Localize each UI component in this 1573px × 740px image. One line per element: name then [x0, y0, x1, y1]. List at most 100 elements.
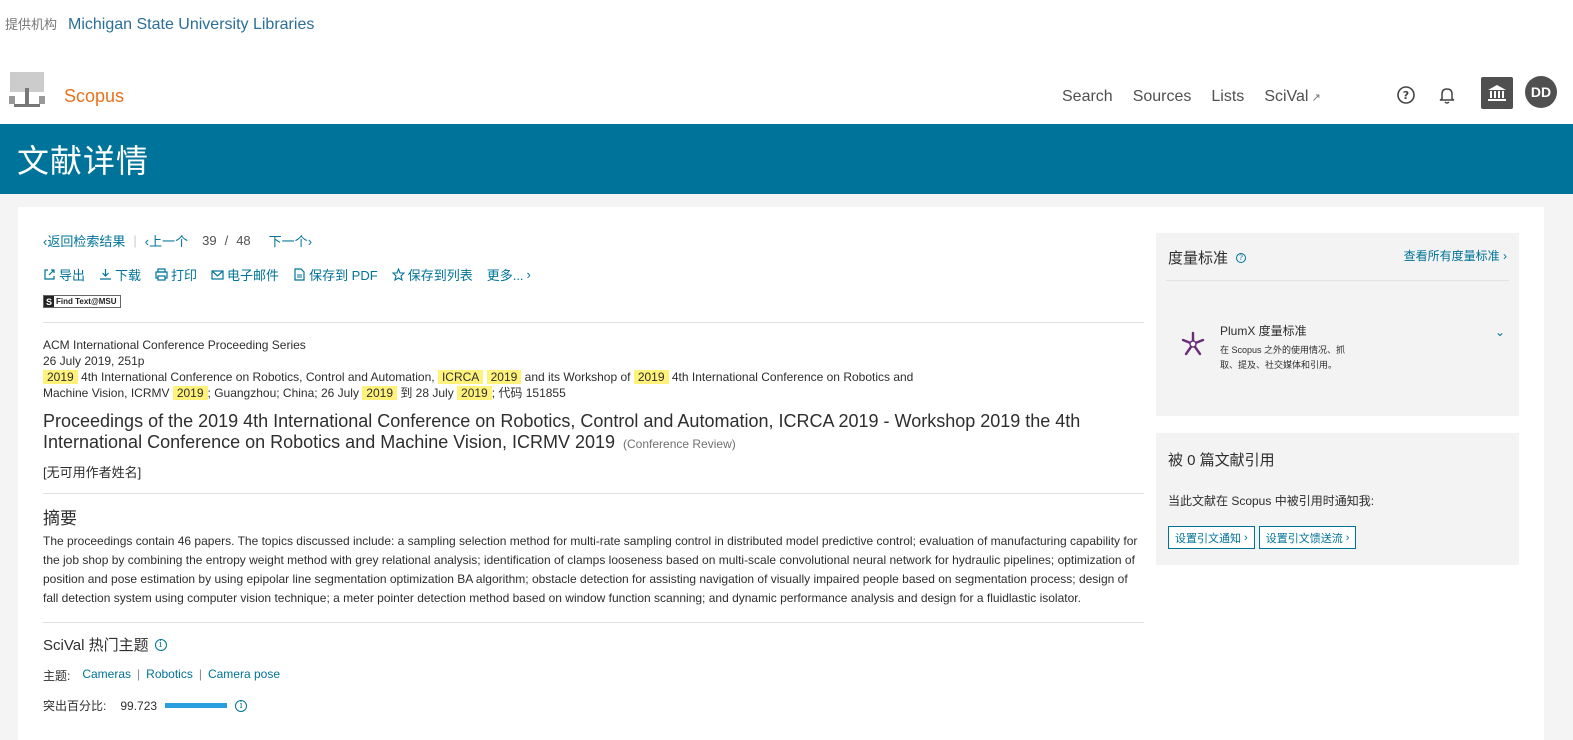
prominence-label: 突出百分比: — [43, 699, 107, 713]
conference-text: 到 28 July — [397, 386, 458, 400]
user-avatar[interactable]: DD — [1525, 76, 1557, 108]
highlighted-term: 2019 — [43, 370, 78, 384]
find-text-label: Find Text@MSU — [56, 297, 117, 306]
view-all-metrics-link[interactable]: 查看所有度量标准 › — [1404, 247, 1507, 264]
highlighted-term: ICRCA — [437, 370, 484, 384]
export-icon — [44, 269, 55, 280]
citations-heading: 被 0 篇文献引用 — [1168, 452, 1275, 469]
citations-panel: 被 0 篇文献引用 当此文献在 Scopus 中被引用时通知我: 设置引文通知 … — [1156, 433, 1519, 565]
help-icon[interactable]: ? — [1396, 85, 1416, 105]
institution-link[interactable]: Michigan State University Libraries — [68, 16, 314, 34]
set-citation-alert-button[interactable]: 设置引文通知 › — [1168, 526, 1255, 549]
citation-buttons: 设置引文通知 › 设置引文馈送流 › — [1168, 526, 1357, 549]
scival-topic: SciVal 热门主题 i — [43, 634, 1143, 655]
highlighted-term: 2019 — [362, 386, 397, 400]
svg-text:?: ? — [1403, 89, 1409, 102]
title-line-1: Proceedings of the 2019 4th Internationa… — [43, 411, 1081, 431]
export-label: 导出 — [59, 268, 86, 283]
save-list-button[interactable]: 保存到列表 — [391, 265, 473, 284]
topic-list: 主题: Cameras | Robotics | Camera pose — [43, 667, 1143, 684]
prev-link[interactable]: ‹上一个 — [145, 231, 188, 250]
page-title: 文献详情 — [17, 142, 150, 180]
find-text-logo-icon: S — [44, 296, 54, 307]
back-to-results-link[interactable]: ‹返回检索结果 — [43, 231, 125, 250]
provider-label: 提供机构 — [5, 18, 58, 33]
nav-search[interactable]: Search — [1062, 88, 1113, 106]
topic-robotics-link[interactable]: Robotics — [146, 667, 193, 684]
highlighted-term: 2019 — [486, 370, 522, 384]
total-count: 48 — [236, 233, 251, 248]
download-button[interactable]: 下载 — [99, 265, 141, 284]
print-button[interactable]: 打印 — [155, 265, 197, 284]
email-button[interactable]: 电子邮件 — [211, 265, 279, 284]
highlighted-term: 2019 — [172, 386, 208, 400]
back-label: 返回检索结果 — [47, 234, 126, 249]
save-pdf-label: 保存到 PDF — [309, 268, 378, 283]
feed-label: 设置引文馈送流 — [1265, 532, 1343, 545]
nav-sources[interactable]: Sources — [1133, 88, 1192, 106]
metrics-header: 度量标准 ? — [1168, 247, 1247, 268]
next-link[interactable]: 下一个› — [269, 231, 312, 250]
provider-bar: 提供机构 Michigan State University Libraries — [5, 14, 314, 34]
plumx-description: 在 Scopus 之外的使用情况、抓取、提及、社交媒体和引用。 — [1220, 345, 1346, 370]
nav-scival-label: SciVal — [1264, 88, 1309, 105]
topics-label: 主题: — [43, 669, 71, 683]
info-icon[interactable]: i — [154, 638, 167, 651]
highlighted-term: 2019 — [633, 370, 669, 384]
divider — [43, 322, 1144, 323]
bell-icon[interactable] — [1437, 85, 1457, 105]
next-label: 下一个 — [268, 234, 308, 249]
topic-separator: | — [198, 667, 202, 681]
current-index: 39 — [202, 233, 217, 248]
conference-text: and its Workshop of — [521, 370, 634, 384]
more-menu[interactable]: 更多... › — [487, 265, 531, 284]
save-pdf-button[interactable]: 保存到 PDF — [293, 265, 378, 284]
document-type: (Conference Review) — [623, 437, 736, 451]
institution-icon[interactable] — [1481, 77, 1513, 109]
title-line-2: International Conference on Robotics and… — [43, 432, 616, 452]
nav-lists[interactable]: Lists — [1211, 88, 1244, 106]
nav-scival[interactable]: SciVal ↗ — [1264, 88, 1320, 106]
save-list-label: 保存到列表 — [407, 268, 473, 283]
main-nav: Search Sources Lists SciVal ↗ — [1062, 88, 1321, 106]
download-label: 下载 — [115, 268, 142, 283]
topic-camera-pose-link[interactable]: Camera pose — [208, 667, 280, 684]
email-label: 电子邮件 — [227, 268, 280, 283]
print-label: 打印 — [171, 268, 198, 283]
alert-label: 设置引文通知 — [1175, 532, 1241, 545]
citation-notify-text: 当此文献在 Scopus 中被引用时通知我: — [1168, 494, 1375, 508]
abstract-text: The proceedings contain 46 papers. The t… — [43, 534, 1138, 605]
chevron-right-icon: › — [526, 267, 531, 282]
conference-line-2: Machine Vision, ICRMV 2019; Guangzhou; C… — [43, 385, 1143, 401]
email-icon — [211, 270, 224, 280]
metrics-panel: 度量标准 ? 查看所有度量标准 › PlumX 度量标准 在 Scopus 之外… — [1156, 233, 1519, 416]
info-icon[interactable]: i — [235, 699, 248, 712]
conference-text: ; Guangzhou; China; 26 July — [207, 386, 363, 400]
conference-text: Machine Vision, ICRMV — [43, 386, 173, 400]
authors: [无可用作者姓名] — [43, 465, 142, 480]
find-text-link[interactable]: S Find Text@MSU — [43, 295, 121, 308]
source-info: ACM International Conference Proceeding … — [43, 337, 1143, 401]
prev-label: 上一个 — [149, 234, 189, 249]
document-title: Proceedings of the 2019 4th Internationa… — [43, 411, 1143, 455]
highlighted-term: 2019 — [457, 386, 492, 400]
help-icon[interactable]: ? — [1236, 252, 1247, 263]
source-date: 26 July 2019, 251p — [43, 354, 145, 368]
set-citation-feed-button[interactable]: 设置引文馈送流 › — [1258, 526, 1357, 549]
external-link-icon: ↗ — [1311, 92, 1321, 104]
divider — [43, 493, 1144, 494]
export-button[interactable]: 导出 — [43, 265, 85, 284]
conference-line-1: 2019 4th International Conference on Rob… — [43, 369, 1143, 385]
chevron-down-icon[interactable]: ⌄ — [1495, 325, 1505, 339]
more-label: 更多... — [486, 268, 524, 283]
download-icon — [100, 269, 112, 280]
scopus-brand[interactable]: Scopus — [64, 86, 124, 107]
topic-cameras-link[interactable]: Cameras — [82, 667, 131, 684]
scival-heading: SciVal 热门主题 — [43, 637, 149, 654]
page-banner: 文献详情 — [0, 124, 1573, 194]
elsevier-logo-icon[interactable] — [6, 70, 48, 110]
divider — [43, 622, 1144, 623]
print-icon — [155, 268, 168, 281]
plumx-icon — [1181, 331, 1205, 356]
prominence-percentile: 突出百分比: 99.723 i — [43, 697, 1143, 714]
